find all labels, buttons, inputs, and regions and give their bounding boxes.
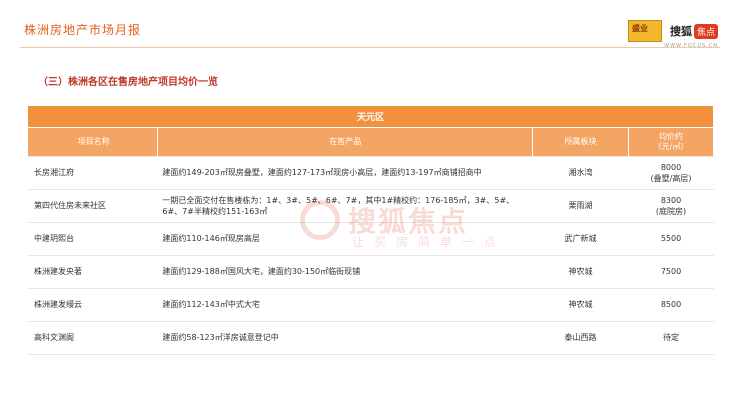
table-row: 株洲建发缦云 建面约112-143㎡中式大宅 神农城 8500 [28,288,714,322]
cell-product: 建面约110-146㎡现房高层 [157,222,534,256]
cell-project-name: 长房湘江府 [28,156,159,190]
cell-price: 5500 [628,222,714,256]
sohu-focus-logo: 搜狐 焦点 WWW.FOCUS.CN [664,23,718,49]
section-title: （三）株洲各区在售房地产项目均价一览 [38,77,218,88]
cell-product: 建面约112-143㎡中式大宅 [157,288,534,322]
table-row: 第四代住房未来社区 一期已全面交付在售楼栋为：1#、3#、5#、6#、7#，其中1… [28,189,714,223]
cell-product: 一期已全面交付在售楼栋为：1#、3#、5#、6#、7#，其中1#精校约：176-… [157,189,534,223]
district-name: 天元区 [28,106,714,128]
cell-area: 泰山西路 [532,321,630,355]
sohu-logo-text: 搜狐 [669,25,692,38]
focus-logo-url: WWW.FOCUS.CN [664,43,718,49]
price-table: 天元区 项目名称 在售产品 所属板块 均价约 （元/㎡） 长房湘江府 建面约149… [28,106,714,355]
cell-price: 8500 [628,288,714,322]
cell-price: 7500 [628,255,714,289]
cell-price: 8000 (叠墅/高层) [628,156,714,190]
district-row: 天元区 [28,106,714,128]
cell-project-name: 株洲建发缦云 [28,288,159,322]
table-row: 长房湘江府 建面约149-203㎡现房叠墅，建面约127-173㎡现房小高层，建面… [28,156,714,190]
col-header-price: 均价约 （元/㎡） [628,127,714,157]
col-header-product: 在售产品 [157,127,534,157]
cell-product: 建面约149-203㎡现房叠墅，建面约127-173㎡现房小高层，建面约13-1… [157,156,534,190]
cell-price: 8300 (庭院房) [628,189,714,223]
cell-project-name: 高科文渊阁 [28,321,159,355]
shengye-logo: 盛业 [627,20,662,42]
cell-area: 栗雨湖 [532,189,630,223]
cell-area: 神农城 [532,255,630,289]
table-header-row: 项目名称 在售产品 所属板块 均价约 （元/㎡） [28,127,714,157]
header-divider [20,47,720,48]
cell-product: 建面约58-123㎡洋房诚意登记中 [157,321,534,355]
table-row: 高科文渊阁 建面约58-123㎡洋房诚意登记中 泰山西路 待定 [28,321,714,355]
cell-price: 待定 [628,321,714,355]
report-title: 株洲房地产市场月报 [24,23,142,37]
cell-area: 湘水湾 [532,156,630,190]
col-header-name: 项目名称 [28,127,159,157]
col-header-area: 所属板块 [532,127,630,157]
focus-logo-badge: 焦点 [693,23,718,39]
table-row: 中建玥熙台 建面约110-146㎡现房高层 武广新城 5500 [28,222,714,256]
table-row: 株洲建发央著 建面约129-188㎡国风大宅，建面约30-150㎡临街现铺 神农城 7… [28,255,714,289]
logo-group: 盛业 搜狐 焦点 WWW.FOCUS.CN [627,20,718,49]
cell-project-name: 株洲建发央著 [28,255,159,289]
cell-project-name: 第四代住房未来社区 [28,189,159,223]
cell-area: 神农城 [532,288,630,322]
price-table-body: 天元区 项目名称 在售产品 所属板块 均价约 （元/㎡） 长房湘江府 建面约149… [28,106,714,355]
shengye-logo-text: 盛业 [631,24,648,33]
cell-product: 建面约129-188㎡国风大宅，建面约30-150㎡临街现铺 [157,255,534,289]
cell-project-name: 中建玥熙台 [28,222,159,256]
cell-area: 武广新城 [532,222,630,256]
